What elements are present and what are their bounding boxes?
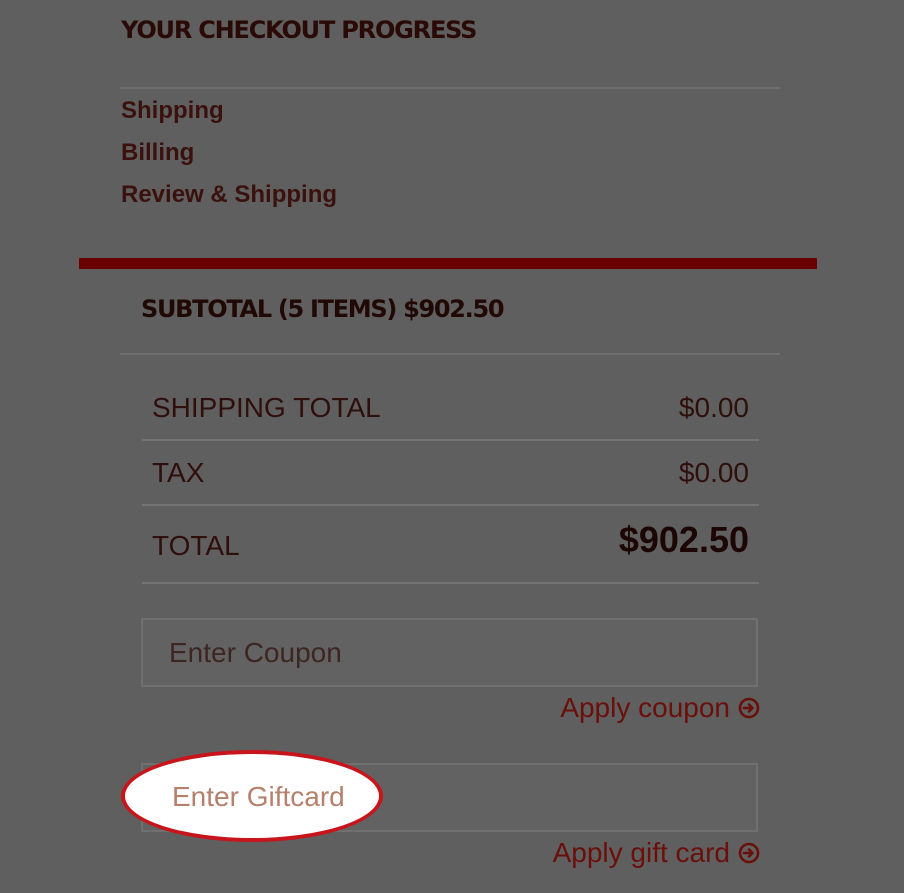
checkout-sidebar: YOUR CHECKOUT PROGRESS Shipping Billing … bbox=[0, 0, 904, 893]
giftcard-highlight-placeholder: Enter Giftcard bbox=[172, 781, 345, 812]
tax-value: $0.00 bbox=[678, 457, 749, 488]
circle-arrow-right-icon bbox=[738, 697, 760, 719]
subtotal-heading: SUBTOTAL (5 ITEMS) $902.50 bbox=[141, 295, 505, 323]
apply-giftcard-button[interactable]: Apply gift card bbox=[553, 837, 760, 869]
coupon-field bbox=[141, 618, 758, 687]
progress-step-shipping[interactable]: Shipping bbox=[121, 96, 337, 138]
order-summary-table: SHIPPING TOTAL $0.00 TAX $0.00 TOTAL $90… bbox=[142, 375, 759, 584]
apply-coupon-button[interactable]: Apply coupon bbox=[560, 692, 760, 724]
total-value: $902.50 bbox=[618, 519, 749, 560]
divider bbox=[120, 353, 780, 355]
total-label: TOTAL bbox=[152, 530, 240, 561]
tax-label: TAX bbox=[152, 457, 205, 488]
giftcard-highlight-callout[interactable]: Enter Giftcard bbox=[121, 750, 383, 842]
apply-coupon-label: Apply coupon bbox=[560, 692, 730, 723]
progress-step-billing[interactable]: Billing bbox=[121, 138, 337, 180]
summary-row-tax: TAX $0.00 bbox=[142, 441, 759, 506]
shipping-total-label: SHIPPING TOTAL bbox=[152, 392, 381, 423]
divider bbox=[120, 87, 780, 89]
checkout-progress-title: YOUR CHECKOUT PROGRESS bbox=[121, 16, 477, 44]
summary-row-total: TOTAL $902.50 bbox=[142, 506, 759, 584]
apply-giftcard-label: Apply gift card bbox=[552, 837, 730, 868]
shipping-total-value: $0.00 bbox=[678, 392, 749, 423]
accent-bar bbox=[79, 258, 817, 269]
coupon-input[interactable] bbox=[143, 620, 756, 685]
circle-arrow-right-icon bbox=[738, 842, 760, 864]
summary-row-shipping: SHIPPING TOTAL $0.00 bbox=[142, 375, 759, 441]
checkout-progress-steps: Shipping Billing Review & Shipping bbox=[121, 96, 337, 222]
progress-step-review[interactable]: Review & Shipping bbox=[121, 180, 337, 222]
